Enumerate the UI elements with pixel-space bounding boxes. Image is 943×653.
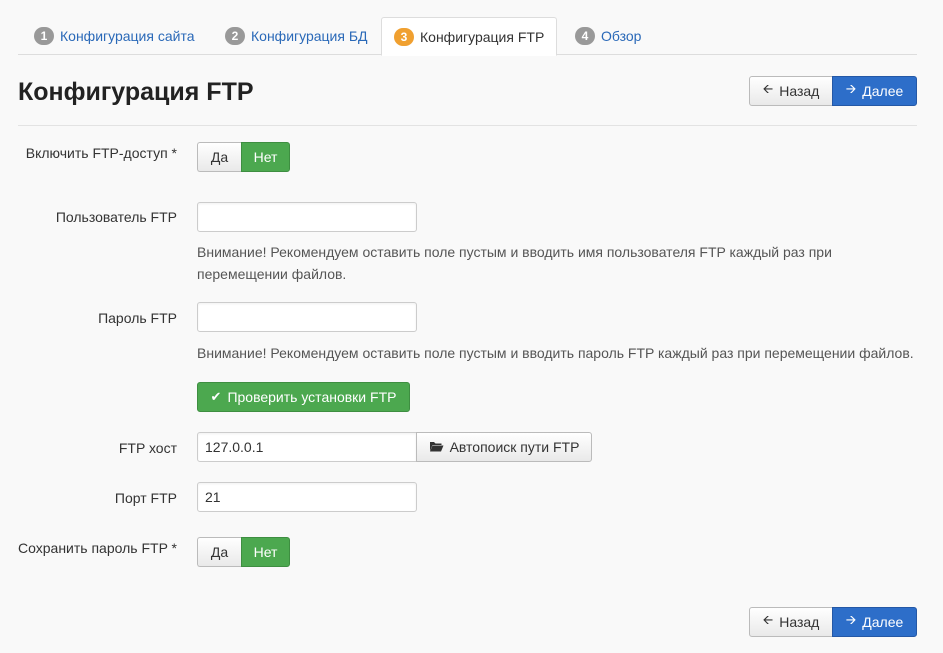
tab-number-badge: 2: [225, 27, 245, 45]
ftp-pass-label: Пароль FTP: [98, 310, 177, 326]
ftp-port-label: Порт FTP: [114, 490, 177, 506]
ftp-enable-no-button[interactable]: Нет: [241, 142, 290, 172]
ftp-pass-help: Внимание! Рекомендуем оставить поле пуст…: [197, 345, 914, 361]
page-title: Конфигурация FTP: [18, 78, 254, 106]
save-pass-no-button[interactable]: Нет: [241, 537, 290, 567]
back-button-bottom[interactable]: 🡨 Назад: [749, 607, 833, 637]
save-pass-label: Сохранить пароль FTP *: [18, 540, 177, 556]
autosearch-ftp-path-button[interactable]: Автопоиск пути FTP: [416, 432, 592, 462]
ftp-host-input[interactable]: [197, 432, 417, 462]
save-pass-yes-button[interactable]: Да: [197, 537, 241, 567]
tab-site-config[interactable]: 1 Конфигурация сайта: [22, 17, 207, 55]
verify-ftp-button-label: Проверить установки FTP: [227, 389, 397, 405]
ftp-pass-input[interactable]: [197, 302, 417, 332]
ftp-port-input[interactable]: [197, 482, 417, 512]
ftp-enable-yes-button[interactable]: Да: [197, 142, 241, 172]
tab-overview[interactable]: 4 Обзор: [563, 17, 653, 55]
ftp-enable-toggle: Да Нет: [197, 142, 290, 172]
wizard-tabs: 1 Конфигурация сайта 2 Конфигурация БД 3…: [18, 17, 917, 56]
tab-label: Конфигурация БД: [251, 28, 368, 44]
back-button-label: Назад: [779, 83, 820, 99]
next-button[interactable]: 🡪 Далее: [832, 76, 917, 106]
next-button-label: Далее: [862, 614, 904, 630]
arrow-left-icon: 🡨: [762, 81, 774, 96]
tab-ftp-config[interactable]: 3 Конфигурация FTP: [381, 17, 558, 56]
ftp-user-label: Пользователь FTP: [55, 209, 177, 225]
arrow-left-icon: 🡨: [762, 612, 774, 627]
tab-number-badge: 3: [394, 27, 414, 46]
back-button[interactable]: 🡨 Назад: [749, 76, 833, 106]
save-pass-toggle: Да Нет: [197, 537, 290, 567]
ftp-enable-label: Включить FTP-доступ *: [25, 145, 177, 161]
ftp-host-label: FTP хост: [118, 440, 177, 456]
tab-number-badge: 1: [34, 27, 54, 45]
arrow-right-icon: 🡪: [845, 81, 857, 96]
folder-open-icon: [429, 440, 444, 455]
tab-db-config[interactable]: 2 Конфигурация БД: [213, 17, 380, 55]
ftp-user-help: Внимание! Рекомендуем оставить поле пуст…: [197, 244, 832, 282]
tab-number-badge: 4: [575, 27, 595, 45]
tab-label: Конфигурация FTP: [420, 28, 545, 45]
check-icon: ✔: [210, 389, 222, 404]
tab-label: Обзор: [601, 28, 642, 44]
title-divider: [18, 125, 917, 126]
next-button-bottom[interactable]: 🡪 Далее: [832, 607, 917, 637]
back-button-label: Назад: [779, 614, 820, 630]
tab-label: Конфигурация сайта: [60, 28, 195, 44]
next-button-label: Далее: [862, 83, 904, 99]
verify-ftp-button[interactable]: ✔ Проверить установки FTP: [197, 382, 410, 412]
arrow-right-icon: 🡪: [845, 612, 857, 627]
autosearch-ftp-path-label: Автопоиск пути FTP: [449, 439, 580, 455]
ftp-user-input[interactable]: [197, 202, 417, 232]
